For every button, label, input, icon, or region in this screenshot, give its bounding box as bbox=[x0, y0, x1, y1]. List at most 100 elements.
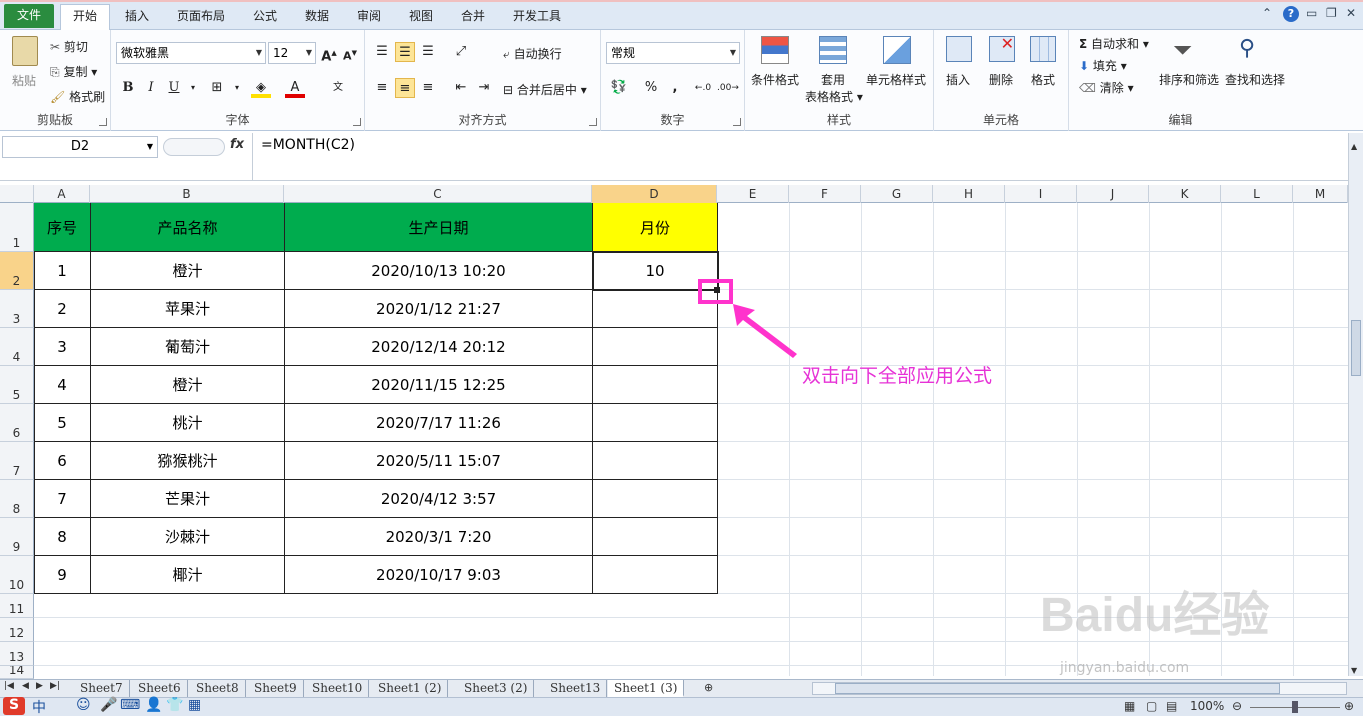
format-painter-button[interactable]: 🖌 格式刷 bbox=[50, 88, 105, 105]
row-header[interactable]: 3 bbox=[0, 290, 34, 328]
row-header[interactable]: 2 bbox=[0, 252, 34, 290]
row-header[interactable]: 4 bbox=[0, 328, 34, 366]
tab-file[interactable]: 文件 bbox=[4, 4, 54, 28]
paste-button[interactable]: 粘贴 bbox=[12, 72, 36, 89]
zoom-in-icon[interactable]: ⊕ bbox=[1344, 699, 1354, 713]
view-page-break-icon[interactable]: ▤ bbox=[1166, 699, 1177, 713]
table-cell[interactable]: 9 bbox=[34, 556, 91, 594]
comma-style-button[interactable]: , bbox=[665, 78, 685, 98]
grow-font-icon[interactable]: A▲ bbox=[319, 43, 339, 64]
collapse-ribbon-icon[interactable]: ⌃ bbox=[1262, 6, 1272, 20]
shrink-font-icon[interactable]: A▼ bbox=[340, 43, 360, 63]
align-center-icon[interactable]: ≡ bbox=[395, 78, 415, 98]
table-cell[interactable]: 2 bbox=[34, 290, 91, 328]
column-header[interactable]: M bbox=[1293, 185, 1348, 203]
column-header[interactable]: B bbox=[90, 185, 284, 203]
tab-insert[interactable]: 插入 bbox=[114, 5, 160, 30]
table-cell[interactable]: 桃汁 bbox=[91, 404, 285, 442]
table-cell[interactable]: 橙汁 bbox=[91, 252, 285, 290]
minimize-icon[interactable]: ▭ bbox=[1306, 6, 1317, 20]
row-header[interactable]: 11 bbox=[0, 594, 34, 618]
row-header[interactable]: 5 bbox=[0, 366, 34, 404]
restore-icon[interactable]: ❐ bbox=[1326, 6, 1337, 20]
help-icon[interactable]: ? bbox=[1283, 6, 1299, 22]
find-select-button[interactable]: 查找和选择 bbox=[1225, 71, 1285, 88]
microphone-icon[interactable]: 🎤 bbox=[100, 697, 117, 713]
table-cell[interactable] bbox=[593, 366, 718, 404]
align-middle-icon[interactable]: ☰ bbox=[395, 42, 415, 62]
row-header[interactable]: 8 bbox=[0, 480, 34, 518]
sogou-logo-icon[interactable]: S bbox=[3, 697, 25, 715]
borders-icon[interactable]: ⊞ bbox=[207, 78, 227, 98]
table-cell[interactable] bbox=[593, 328, 718, 366]
fill-color-icon[interactable]: ◈ bbox=[251, 78, 271, 98]
align-right-icon[interactable]: ≡ bbox=[418, 78, 438, 98]
prev-sheet-icon[interactable]: ◀ bbox=[22, 681, 29, 691]
fill-button[interactable]: ⬇ 填充 ▾ bbox=[1079, 57, 1127, 74]
conditional-format-button[interactable]: 条件格式 bbox=[751, 71, 799, 88]
horizontal-scroll-thumb[interactable] bbox=[835, 683, 1280, 694]
copy-button[interactable]: ⎘ 复制 ▾ bbox=[50, 63, 97, 80]
table-cell[interactable]: 2020/7/17 11:26 bbox=[285, 404, 593, 442]
tab-data[interactable]: 数据 bbox=[294, 5, 340, 30]
first-sheet-icon[interactable]: |◀ bbox=[4, 681, 14, 691]
sheet-tab[interactable]: Sheet13 bbox=[544, 680, 608, 697]
dialog-launcher-icon[interactable] bbox=[589, 118, 597, 126]
tab-merge[interactable]: 合并 bbox=[450, 5, 496, 30]
table-cell[interactable] bbox=[593, 404, 718, 442]
row-header[interactable]: 14 bbox=[0, 666, 34, 679]
increase-decimal-icon[interactable]: ←.0 bbox=[693, 78, 713, 98]
column-header[interactable]: A bbox=[34, 185, 90, 203]
formula-bar-slider[interactable] bbox=[163, 138, 225, 156]
table-header-cell[interactable]: 生产日期 bbox=[285, 203, 593, 252]
vertical-scrollbar[interactable] bbox=[1348, 133, 1363, 676]
chevron-down-icon[interactable]: ▾ bbox=[227, 78, 247, 98]
currency-icon[interactable]: 💱 bbox=[609, 78, 629, 98]
scroll-up-icon[interactable]: ▲ bbox=[1351, 142, 1357, 151]
decrease-decimal-icon[interactable]: .00→ bbox=[717, 78, 739, 98]
tab-home[interactable]: 开始 bbox=[60, 4, 110, 30]
row-header[interactable]: 12 bbox=[0, 618, 34, 642]
sheet-tab[interactable]: Sheet1 (2) bbox=[372, 680, 449, 697]
table-cell[interactable]: 2020/10/13 10:20 bbox=[285, 252, 593, 290]
align-left-icon[interactable]: ≡ bbox=[372, 78, 392, 98]
row-header[interactable]: 1 bbox=[0, 203, 34, 252]
percent-button[interactable]: % bbox=[641, 78, 661, 98]
autosum-button[interactable]: Σ 自动求和 ▾ bbox=[1079, 35, 1149, 52]
name-box[interactable]: D2 ▼ bbox=[2, 136, 158, 158]
sort-filter-button[interactable]: 排序和筛选 bbox=[1159, 71, 1219, 88]
table-header-cell[interactable]: 序号 bbox=[34, 203, 91, 252]
column-header[interactable]: G bbox=[861, 185, 933, 203]
table-header-cell[interactable]: 月份 bbox=[593, 203, 718, 252]
table-cell[interactable]: 2020/11/15 12:25 bbox=[285, 366, 593, 404]
clear-button[interactable]: ⌫ 清除 ▾ bbox=[1079, 79, 1134, 96]
column-header[interactable]: L bbox=[1221, 185, 1293, 203]
table-cell[interactable]: 猕猴桃汁 bbox=[91, 442, 285, 480]
next-sheet-icon[interactable]: ▶ bbox=[36, 681, 43, 691]
font-size-select[interactable]: 12 ▼ bbox=[268, 42, 316, 64]
table-cell[interactable]: 椰汁 bbox=[91, 556, 285, 594]
tab-page-layout[interactable]: 页面布局 bbox=[168, 5, 234, 30]
tab-formulas[interactable]: 公式 bbox=[242, 5, 288, 30]
table-cell[interactable] bbox=[593, 442, 718, 480]
table-cell[interactable]: 2020/10/17 9:03 bbox=[285, 556, 593, 594]
row-header[interactable]: 9 bbox=[0, 518, 34, 556]
font-name-select[interactable]: 微软雅黑 ▼ bbox=[116, 42, 266, 64]
keyboard-icon[interactable]: ⌨ bbox=[120, 697, 140, 713]
table-cell[interactable] bbox=[593, 518, 718, 556]
orientation-icon[interactable]: ⤢ bbox=[451, 42, 471, 62]
shirt-icon[interactable]: 👕 bbox=[166, 697, 183, 713]
insert-button[interactable]: 插入 bbox=[946, 71, 970, 88]
table-cell[interactable]: 1 bbox=[34, 252, 91, 290]
row-header[interactable]: 6 bbox=[0, 404, 34, 442]
row-header[interactable]: 7 bbox=[0, 442, 34, 480]
user-icon[interactable]: 👤 bbox=[145, 697, 162, 713]
table-cell[interactable] bbox=[593, 480, 718, 518]
last-sheet-icon[interactable]: ▶| bbox=[50, 681, 60, 691]
dialog-launcher-icon[interactable] bbox=[733, 118, 741, 126]
table-cell[interactable]: 2020/5/11 15:07 bbox=[285, 442, 593, 480]
cut-button[interactable]: ✂ 剪切 bbox=[50, 38, 88, 55]
tab-review[interactable]: 审阅 bbox=[346, 5, 392, 30]
zoom-out-icon[interactable]: ⊖ bbox=[1232, 699, 1242, 713]
column-header[interactable]: D bbox=[592, 185, 717, 203]
